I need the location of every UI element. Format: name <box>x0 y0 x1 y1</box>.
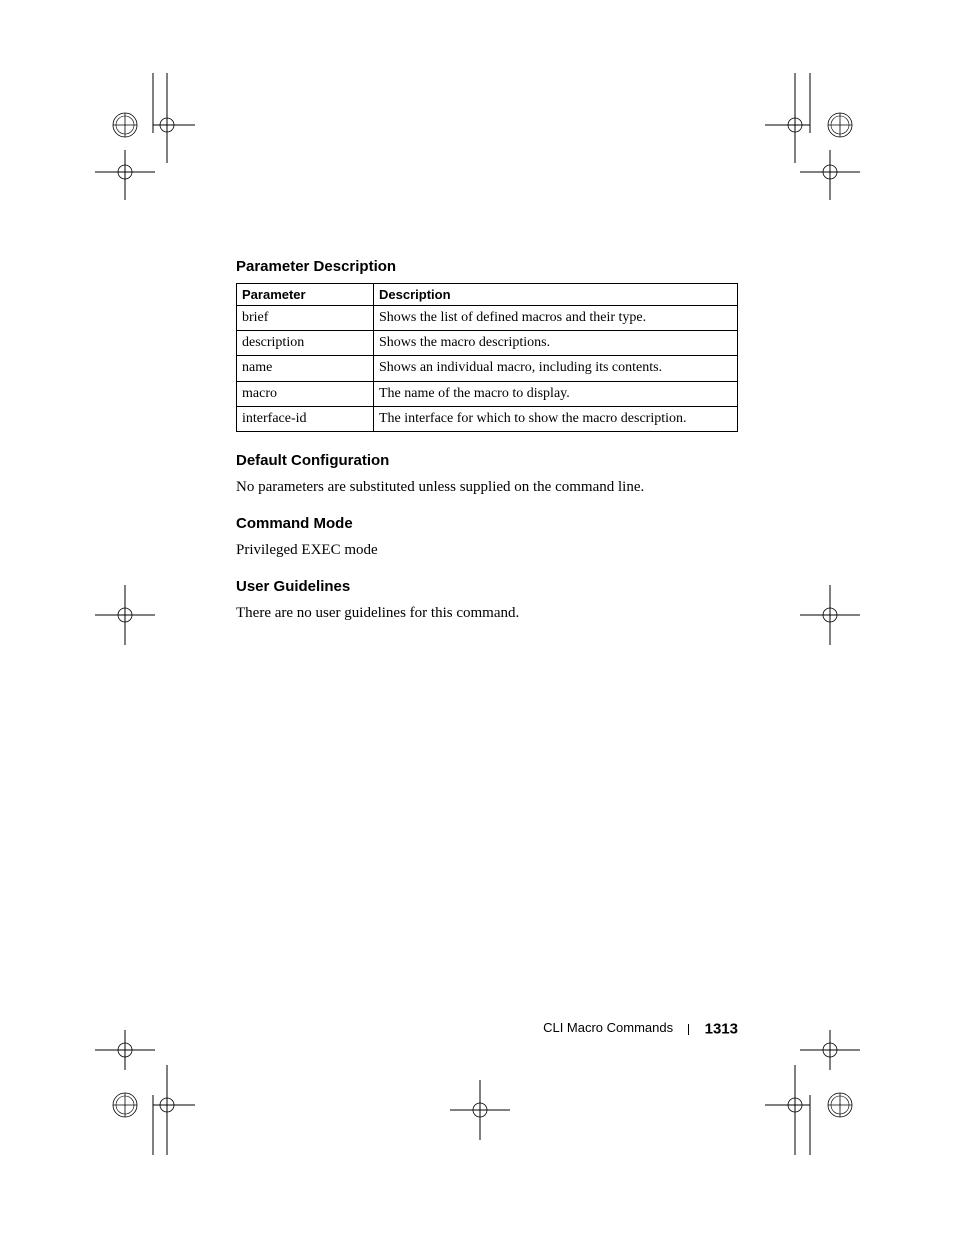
text-user-guidelines: There are no user guidelines for this co… <box>236 603 738 623</box>
table-row: macro The name of the macro to display. <box>237 381 738 406</box>
cell-desc: The name of the macro to display. <box>374 381 738 406</box>
footer-separator-icon <box>688 1024 689 1035</box>
heading-user-guidelines: User Guidelines <box>236 578 738 595</box>
text-default-configuration: No parameters are substituted unless sup… <box>236 477 738 497</box>
cell-param: macro <box>237 381 374 406</box>
cell-param: description <box>237 331 374 356</box>
cell-desc: Shows the list of defined macros and the… <box>374 306 738 331</box>
crop-mark-bottom-right-2 <box>800 1030 860 1070</box>
cell-desc: The interface for which to show the macr… <box>374 406 738 431</box>
parameter-table: Parameter Description brief Shows the li… <box>236 283 738 432</box>
text-command-mode: Privileged EXEC mode <box>236 540 738 560</box>
page-content: Parameter Description Parameter Descript… <box>236 258 738 642</box>
crop-mark-bottom-center <box>450 1080 510 1140</box>
crop-mark-mid-left <box>95 585 155 645</box>
crop-mark-top-right-2 <box>800 150 860 210</box>
table-header-description: Description <box>374 284 738 306</box>
heading-parameter-description: Parameter Description <box>236 258 738 275</box>
cell-desc: Shows an individual macro, including its… <box>374 356 738 381</box>
table-row: description Shows the macro descriptions… <box>237 331 738 356</box>
cell-param: interface-id <box>237 406 374 431</box>
footer-page-number: 1313 <box>705 1021 738 1038</box>
cell-param: name <box>237 356 374 381</box>
cell-param: brief <box>237 306 374 331</box>
table-header-parameter: Parameter <box>237 284 374 306</box>
page-footer: CLI Macro Commands 1313 <box>236 1020 738 1038</box>
heading-command-mode: Command Mode <box>236 515 738 532</box>
crop-mark-top-left-2 <box>95 150 155 210</box>
cell-desc: Shows the macro descriptions. <box>374 331 738 356</box>
crop-mark-mid-right <box>800 585 860 645</box>
heading-default-configuration: Default Configuration <box>236 452 738 469</box>
table-row: name Shows an individual macro, includin… <box>237 356 738 381</box>
table-row: brief Shows the list of defined macros a… <box>237 306 738 331</box>
footer-section-title: CLI Macro Commands <box>543 1020 673 1035</box>
crop-mark-bottom-left-2 <box>95 1030 155 1070</box>
table-row: interface-id The interface for which to … <box>237 406 738 431</box>
